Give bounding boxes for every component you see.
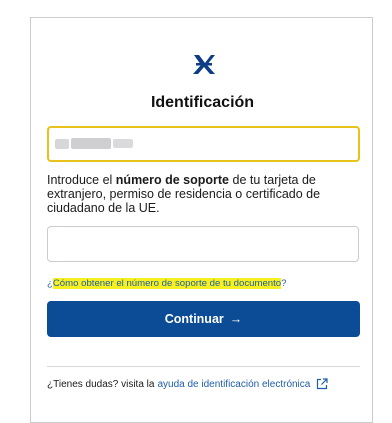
help-open: ¿ bbox=[47, 278, 53, 289]
help-line: ¿Cómo obtener el número de soporte de tu… bbox=[47, 278, 286, 289]
continue-button[interactable]: Continuar → bbox=[47, 301, 360, 337]
footer-help: ¿Tienes dudas? visita la ayuda de identi… bbox=[47, 378, 328, 390]
support-number-input[interactable] bbox=[47, 226, 359, 262]
redacted-text bbox=[55, 139, 69, 149]
instructions-text: Introduce el número de soporte de tu tar… bbox=[47, 173, 367, 215]
support-number-help-link[interactable]: Cómo obtener el número de soporte de tu … bbox=[52, 278, 282, 289]
instructions-bold: número de soporte bbox=[115, 173, 230, 187]
page-title: Identificación bbox=[150, 94, 255, 111]
arrow-right-icon: → bbox=[229, 312, 243, 326]
electronic-id-help-link[interactable]: ayuda de identificación electrónica bbox=[157, 379, 310, 390]
redacted-text bbox=[71, 138, 111, 149]
login-card: Identificación Introduce el número de so… bbox=[30, 17, 373, 423]
external-link-icon[interactable] bbox=[316, 378, 328, 390]
redacted-text bbox=[113, 139, 133, 148]
footer-text: ¿Tienes dudas? visita la bbox=[47, 378, 155, 390]
agency-logo-icon bbox=[193, 55, 215, 74]
identifier-input[interactable] bbox=[47, 126, 360, 162]
help-close: ? bbox=[281, 278, 287, 289]
divider bbox=[47, 366, 360, 367]
continue-label: Continuar bbox=[164, 312, 224, 326]
instructions-prefix: Introduce el bbox=[47, 173, 116, 187]
